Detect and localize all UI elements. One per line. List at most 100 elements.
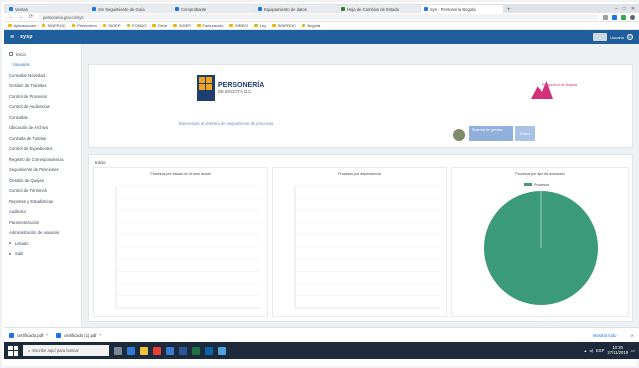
network-icon[interactable]: ▴ (584, 348, 586, 353)
bookmark-label: Ley (259, 23, 267, 28)
chevron-up-icon[interactable]: ^ (99, 333, 101, 338)
sidebar-item[interactable]: Inicio (4, 49, 81, 60)
extension-icon[interactable] (603, 14, 608, 20)
sidebar-item[interactable]: Control de Procesos (4, 91, 81, 102)
sidebar-item-label: Control de Términos (9, 188, 47, 194)
windows-start-icon[interactable] (8, 345, 18, 356)
sidebar-item[interactable]: Control de Audiencias (4, 102, 81, 113)
bookmark-label: SIRECI (234, 23, 249, 28)
bookmark-item[interactable]: SIRECI (229, 23, 248, 28)
sidebar-item[interactable]: Ubicación de Archivo (4, 123, 81, 134)
sidebar-item[interactable]: Seguimiento de Peticiones (4, 165, 81, 176)
bookmark-item[interactable]: Ley (254, 23, 266, 28)
sidebar-item[interactable]: Consultas (4, 112, 81, 123)
reload-icon[interactable]: ⟳ (28, 14, 34, 20)
avatar (593, 33, 608, 41)
task-view-icon[interactable] (114, 346, 122, 355)
show-all-downloads-link[interactable]: Mostrar todo (593, 333, 617, 338)
sidebar-item[interactable]: Auditoría (4, 207, 81, 218)
bookmark-item[interactable]: Aplicaciones (8, 23, 36, 28)
minimize-icon[interactable]: – (615, 6, 618, 12)
bookmark-item[interactable]: Drive (152, 23, 167, 28)
sidebar-item[interactable]: Gestión de Trámites (4, 81, 81, 92)
sidebar-item-label: Salir (15, 251, 24, 257)
language-indicator[interactable]: ESP (596, 348, 604, 353)
section-title: Inicio (95, 160, 106, 165)
bookmark-item[interactable]: SINPROC (272, 23, 296, 28)
app-header: ≡ sysp Usuario ⏻ (4, 30, 639, 44)
edge-icon[interactable] (127, 346, 135, 355)
sidebar-item[interactable]: Registro de Correspondencia (4, 154, 81, 165)
excel-icon[interactable] (192, 346, 200, 355)
sidebar-item[interactable]: Parametrización (4, 217, 81, 228)
download-item[interactable]: certificado (1).pdf ^ (56, 332, 101, 338)
sidebar-item-label: Parametrización (9, 219, 40, 225)
sidebar-item[interactable]: Administración de usuarios (4, 228, 81, 239)
extension-icon[interactable] (612, 14, 617, 20)
browser-tab[interactable]: Equipamiento de datos (255, 5, 337, 13)
bookmark-label: Bogotá (307, 23, 321, 28)
taskbar-search[interactable]: ⌕ Escribe aquí para buscar (23, 345, 109, 356)
tab-label: Sin Seguimiento de Guía (98, 6, 145, 12)
bookmark-label: SINPROC (47, 23, 66, 28)
bookmark-item[interactable]: Personería (71, 23, 97, 28)
chrome-icon[interactable] (153, 346, 161, 355)
sidebar-item-label: Consulta de Tutelas (9, 135, 47, 141)
user-menu[interactable]: Usuario ⏻ (593, 33, 633, 41)
logo-title: PERSONERÍA (218, 82, 265, 89)
sidebar-item[interactable]: Control de Expedientes (4, 144, 81, 155)
app-icon[interactable] (218, 346, 226, 355)
browser-tab[interactable]: Hoja de Cambios de Estado (338, 5, 420, 13)
bookmark-label: SIGEP (178, 23, 192, 28)
enter-button[interactable]: Entrar (515, 126, 535, 141)
clock[interactable]: 10:30 27/11/2019 (607, 345, 628, 355)
bookmark-icon (8, 23, 12, 28)
bookmark-item[interactable]: Facturación (197, 23, 223, 28)
browser-tab[interactable]: Ventas (6, 5, 88, 13)
bookmark-label: Personería (77, 23, 97, 28)
browser-tabbar: Ventas Sin Seguimiento de Guía Comprobante… (4, 4, 639, 13)
back-icon[interactable]: ← (8, 14, 14, 20)
power-icon[interactable]: ⏻ (627, 34, 633, 40)
download-item[interactable]: certificado.pdf ^ (9, 332, 48, 338)
close-icon[interactable]: ✕ (631, 6, 635, 12)
sidebar-item[interactable]: Consultar Novedad (4, 70, 81, 81)
url-field[interactable]: personeria.gov.co/sys (38, 14, 599, 20)
volume-icon[interactable]: ◂) (589, 348, 593, 353)
menu-toggle-icon[interactable]: ≡ (10, 34, 14, 41)
sidebar-item[interactable]: Salir (4, 249, 81, 260)
sidebar-item-label: Control de Procesos (9, 93, 47, 99)
bookmark-item[interactable]: Bogotá (301, 23, 321, 28)
browser-tab[interactable]: Comprobante (172, 5, 254, 13)
bookmark-icon (102, 23, 107, 28)
extension-icon[interactable] (621, 14, 626, 20)
emblem-icon (453, 129, 465, 141)
notifications-icon[interactable]: ▭ (631, 348, 635, 353)
bookmark-item[interactable]: SIGEP (173, 23, 191, 28)
sidebar-item[interactable]: Gestión de Quejas (4, 175, 81, 186)
sidebar-item[interactable]: Listado (4, 238, 81, 249)
browser-tab[interactable]: Sys - Personería Bogotá (421, 5, 503, 13)
legend-label: Procesos (534, 183, 549, 187)
bookmark-item[interactable]: SIGEP (102, 23, 121, 28)
bookmark-label: Facturación (202, 23, 224, 28)
close-icon[interactable]: ✕ (630, 333, 634, 338)
forward-icon[interactable]: → (18, 14, 24, 20)
sidebar-item[interactable]: Usuarios (4, 60, 81, 71)
maximize-icon[interactable]: □ (623, 6, 626, 12)
bookmark-item[interactable]: SINPROC (41, 23, 66, 28)
sidebar-item[interactable]: Reportes y Estadísticas (4, 196, 81, 207)
outlook-icon[interactable] (205, 346, 213, 355)
explorer-icon[interactable] (140, 346, 148, 355)
profile-icon[interactable] (630, 14, 635, 20)
sidebar-item[interactable]: Control de Términos (4, 186, 81, 197)
sidebar-item[interactable]: Consulta de Tutelas (4, 133, 81, 144)
bookmark-item[interactable]: FONDO (126, 23, 146, 28)
store-icon[interactable] (166, 346, 174, 355)
word-icon[interactable] (179, 346, 187, 355)
chevron-up-icon[interactable]: ^ (46, 333, 48, 338)
bookmark-icon (229, 23, 233, 28)
browser-tab[interactable]: Sin Seguimiento de Guía (89, 5, 171, 13)
extensions (603, 14, 635, 20)
sidebar-item-label: Gestión de Trámites (9, 83, 47, 89)
